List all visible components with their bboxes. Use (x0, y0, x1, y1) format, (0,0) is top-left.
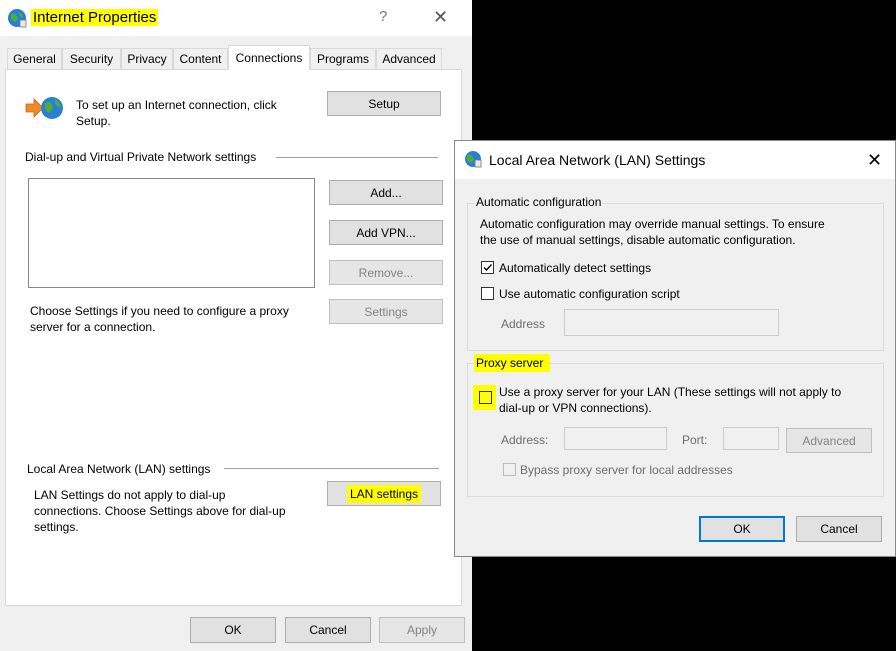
tab-general[interactable]: General (7, 48, 62, 69)
tab-programs[interactable]: Programs (310, 48, 376, 69)
auto-config-desc-line1: Automatic configuration may override man… (480, 217, 825, 231)
lan-text-line3: settings. (34, 520, 79, 534)
settings-button[interactable]: Settings (329, 299, 443, 324)
add-vpn-button[interactable]: Add VPN... (329, 220, 443, 245)
internet-globe-icon (465, 151, 482, 168)
setup-text-line2: Setup. (76, 114, 111, 128)
lan-text-line2: connections. Choose Settings above for d… (34, 504, 286, 518)
tab-privacy[interactable]: Privacy (121, 48, 173, 69)
auto-config-desc-line2: the use of manual settings, disable auto… (480, 233, 796, 247)
auto-script-checkbox[interactable] (481, 287, 494, 300)
lan-cancel-button[interactable]: Cancel (796, 516, 882, 542)
bypass-checkbox[interactable] (503, 463, 516, 476)
checkmark-icon (483, 264, 493, 272)
proxy-text-line2: server for a connection. (30, 320, 156, 334)
use-proxy-label-line2[interactable]: dial-up or VPN connections). (499, 400, 652, 416)
proxy-address-input[interactable] (564, 427, 667, 450)
dialup-heading: Dial-up and Virtual Private Network sett… (25, 150, 257, 164)
dialup-separator (276, 157, 438, 158)
internet-globe-icon (8, 9, 27, 28)
ok-button[interactable]: OK (190, 617, 276, 643)
title-bar: Internet Properties ? ✕ (0, 0, 472, 36)
lan-ok-button[interactable]: OK (699, 516, 785, 542)
lan-settings-dialog: Local Area Network (LAN) Settings ✕ Auto… (454, 140, 896, 557)
lan-close-button[interactable]: ✕ (867, 150, 882, 171)
tab-connections[interactable]: Connections (228, 45, 310, 70)
apply-button[interactable]: Apply (379, 617, 465, 643)
lan-heading: Local Area Network (LAN) settings (27, 462, 211, 476)
port-label: Port: (682, 433, 708, 447)
auto-config-label: Automatic configuration (474, 194, 604, 210)
lan-title-bar: Local Area Network (LAN) Settings ✕ (455, 141, 895, 179)
tab-security[interactable]: Security (62, 48, 121, 69)
connections-list[interactable] (28, 178, 315, 288)
auto-detect-label[interactable]: Automatically detect settings (499, 260, 651, 276)
port-input[interactable] (723, 427, 779, 450)
lan-dialog-title: Local Area Network (LAN) Settings (489, 152, 706, 168)
lan-settings-button[interactable]: LAN settings (327, 481, 441, 506)
add-button[interactable]: Add... (329, 180, 443, 205)
tab-advanced[interactable]: Advanced (376, 48, 442, 69)
lan-separator (224, 468, 439, 469)
tab-content[interactable]: Content (173, 48, 228, 69)
setup-text-line1: To set up an Internet connection, click (76, 98, 277, 112)
use-proxy-label-line1[interactable]: Use a proxy server for your LAN (These s… (499, 384, 841, 400)
bypass-label[interactable]: Bypass proxy server for local addresses (520, 462, 733, 478)
help-button[interactable]: ? (379, 8, 387, 25)
proxy-text-line1: Choose Settings if you need to configure… (30, 304, 289, 318)
use-proxy-checkbox[interactable] (479, 391, 492, 404)
cancel-button[interactable]: Cancel (285, 617, 371, 643)
auto-script-label[interactable]: Use automatic configuration script (499, 286, 680, 302)
script-address-input[interactable] (564, 309, 779, 336)
advanced-button[interactable]: Advanced (786, 428, 872, 453)
internet-properties-window: Internet Properties ? ✕ General Security… (0, 0, 472, 651)
lan-text-line1: LAN Settings do not apply to dial-up (34, 488, 226, 502)
address-label: Address (501, 317, 546, 331)
lan-settings-label: LAN settings (346, 484, 422, 503)
remove-button[interactable]: Remove... (329, 260, 443, 285)
window-title: Internet Properties (31, 9, 159, 26)
proxy-address-label: Address: (501, 433, 549, 447)
connection-wizard-icon (25, 97, 63, 119)
proxy-server-label: Proxy server (474, 354, 551, 372)
auto-detect-checkbox[interactable] (481, 261, 494, 274)
setup-button[interactable]: Setup (327, 91, 441, 116)
close-button[interactable]: ✕ (433, 7, 448, 28)
